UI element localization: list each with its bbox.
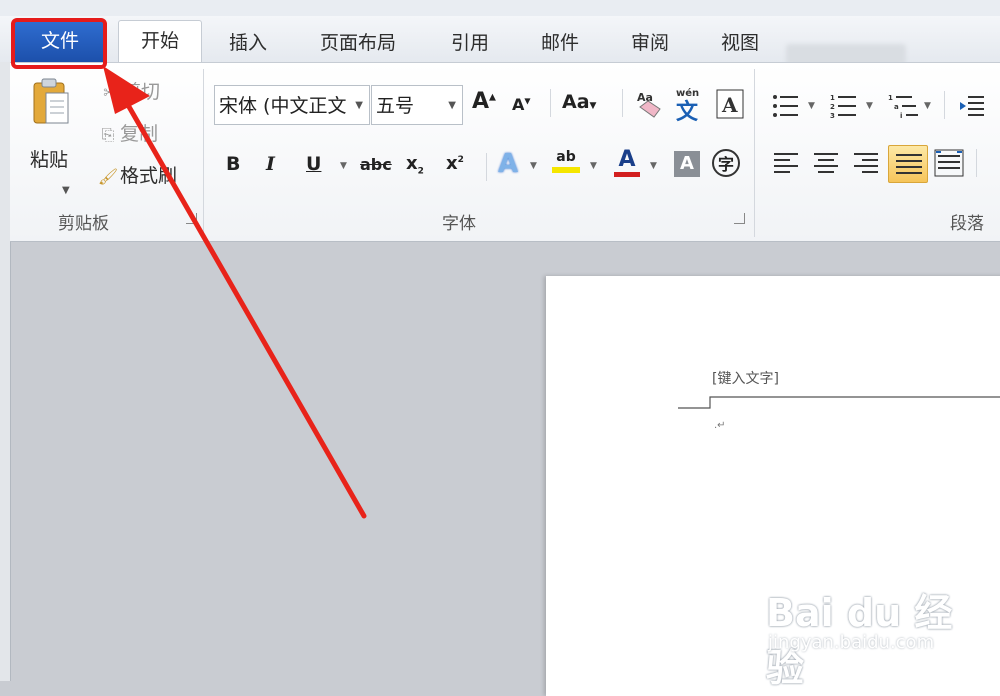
separator bbox=[622, 89, 623, 117]
highlighter-icon[interactable]: ab bbox=[552, 149, 580, 173]
font-size-combo[interactable]: 五号 ▼ bbox=[371, 85, 463, 125]
paintbrush-icon: 🖌 bbox=[97, 167, 119, 186]
grow-font-icon[interactable]: A▲ bbox=[472, 89, 496, 114]
clipboard-dialog-launcher[interactable] bbox=[186, 213, 197, 224]
strikethrough-icon[interactable]: abc bbox=[360, 155, 392, 174]
shrink-font-icon[interactable]: A▼ bbox=[512, 95, 531, 114]
multilevel-list-icon[interactable]: 1 a i bbox=[888, 93, 922, 119]
watermark-url: jingyan.baidu.com bbox=[768, 632, 935, 653]
tab-review[interactable]: 审阅 bbox=[620, 24, 680, 62]
chevron-down-icon[interactable]: ▼ bbox=[590, 161, 597, 171]
separator bbox=[944, 91, 945, 119]
svg-text:文: 文 bbox=[676, 99, 699, 123]
chevron-down-icon[interactable]: ▼ bbox=[650, 161, 657, 171]
character-shading-icon[interactable]: A bbox=[674, 151, 700, 177]
chevron-down-icon[interactable]: ▼ bbox=[808, 101, 815, 111]
chevron-down-icon[interactable]: ▼ bbox=[448, 86, 456, 124]
tab-home[interactable]: 开始 bbox=[118, 20, 202, 63]
chevron-down-icon[interactable]: ▼ bbox=[924, 101, 931, 111]
text-effects-icon[interactable]: A bbox=[498, 149, 518, 179]
paste-label: 粘贴 bbox=[30, 149, 69, 171]
svg-text:1: 1 bbox=[888, 94, 893, 102]
cut-button[interactable]: ✂ 剪切 bbox=[98, 79, 160, 105]
clipboard-paste-icon bbox=[33, 78, 69, 124]
chevron-down-icon[interactable]: ▼ bbox=[62, 185, 70, 196]
tab-references[interactable]: 引用 bbox=[440, 24, 500, 62]
format-painter-button[interactable]: 🖌格式刷 bbox=[96, 163, 177, 189]
group-separator bbox=[203, 69, 204, 237]
tab-page-layout[interactable]: 页面布局 bbox=[308, 24, 408, 62]
change-case-button[interactable]: Aa▼ bbox=[562, 91, 596, 113]
italic-icon[interactable]: I bbox=[266, 153, 275, 175]
enclose-characters-icon[interactable]: 字 bbox=[712, 149, 740, 177]
separator bbox=[486, 153, 487, 181]
character-border-icon[interactable]: A bbox=[716, 89, 744, 119]
align-right-icon[interactable] bbox=[852, 151, 880, 175]
svg-text:A: A bbox=[721, 93, 738, 117]
chevron-down-icon[interactable]: ▼ bbox=[866, 101, 873, 111]
clipboard-group-label: 剪贴板 bbox=[58, 214, 109, 234]
distributed-icon[interactable] bbox=[934, 149, 964, 177]
copy-label: 复制 bbox=[120, 123, 159, 145]
cut-label: 剪切 bbox=[122, 81, 161, 103]
bold-icon[interactable]: B bbox=[226, 153, 240, 175]
underline-icon[interactable]: U bbox=[306, 153, 321, 175]
font-name-combo[interactable]: 宋体 (中文正文 ▼ bbox=[214, 85, 370, 125]
tab-mailings[interactable]: 邮件 bbox=[530, 24, 590, 62]
superscript-icon[interactable]: x2 bbox=[446, 153, 464, 174]
align-center-icon[interactable] bbox=[812, 151, 840, 175]
ribbon-home: 粘贴 ▼ ✂ 剪切 ⎘ 复制 🖌格式刷 剪贴板 宋体 (中文正文 ▼ 五号 ▼ A▲… bbox=[10, 62, 1000, 242]
paste-button[interactable]: 粘贴 ▼ bbox=[24, 73, 78, 196]
ribbon-tab-bar: 文件 开始 插入 页面布局 引用 邮件 审阅 视图 bbox=[0, 16, 1000, 66]
font-dialog-launcher[interactable] bbox=[734, 213, 745, 224]
subscript-icon[interactable]: x2 bbox=[406, 153, 424, 177]
phonetic-guide-icon[interactable]: wén 文 bbox=[674, 85, 706, 123]
separator bbox=[550, 89, 551, 117]
paragraph-group-label: 段落 bbox=[950, 214, 984, 234]
tab-insert[interactable]: 插入 bbox=[218, 24, 278, 62]
format-painter-label: 格式刷 bbox=[120, 165, 178, 187]
header-rule bbox=[678, 396, 1000, 409]
font-color-icon[interactable]: A bbox=[614, 147, 640, 177]
justify-icon bbox=[896, 154, 922, 174]
change-case-label: Aa bbox=[562, 91, 590, 113]
font-group-label: 字体 bbox=[442, 214, 476, 234]
font-name-value: 宋体 (中文正文 bbox=[219, 95, 347, 117]
bullets-icon[interactable] bbox=[772, 93, 802, 119]
group-separator bbox=[754, 69, 755, 237]
svg-text:2: 2 bbox=[830, 103, 835, 111]
svg-text:wén: wén bbox=[676, 87, 699, 99]
numbering-icon[interactable]: 1 2 3 bbox=[830, 93, 860, 119]
chevron-down-icon[interactable]: ▼ bbox=[355, 86, 363, 124]
clear-format-icon[interactable]: Aa bbox=[634, 87, 664, 121]
title-bar-strip bbox=[0, 0, 1000, 17]
svg-text:1: 1 bbox=[830, 94, 835, 102]
paragraph-mark: .↵ bbox=[714, 420, 726, 431]
align-left-icon[interactable] bbox=[772, 151, 800, 175]
svg-text:Aa: Aa bbox=[637, 91, 653, 104]
tab-view[interactable]: 视图 bbox=[710, 24, 770, 62]
chevron-down-icon[interactable]: ▼ bbox=[340, 161, 347, 171]
separator bbox=[976, 149, 977, 177]
scissors-icon: ✂ bbox=[103, 83, 117, 102]
svg-text:3: 3 bbox=[830, 112, 835, 119]
copy-button[interactable]: ⎘ 复制 bbox=[96, 121, 158, 147]
svg-text:i: i bbox=[900, 112, 902, 119]
header-placeholder-text[interactable]: [键入文字] bbox=[712, 368, 779, 388]
file-tab-highlight-box bbox=[11, 18, 107, 69]
chevron-down-icon[interactable]: ▼ bbox=[530, 161, 537, 171]
justify-button[interactable] bbox=[888, 145, 928, 183]
svg-text:a: a bbox=[894, 103, 899, 111]
watermark: Bai du 经验 jingyan.baidu.com bbox=[766, 574, 986, 690]
copy-icon: ⎘ bbox=[101, 125, 115, 144]
font-size-value: 五号 bbox=[376, 95, 415, 117]
decrease-indent-icon[interactable] bbox=[958, 93, 986, 119]
